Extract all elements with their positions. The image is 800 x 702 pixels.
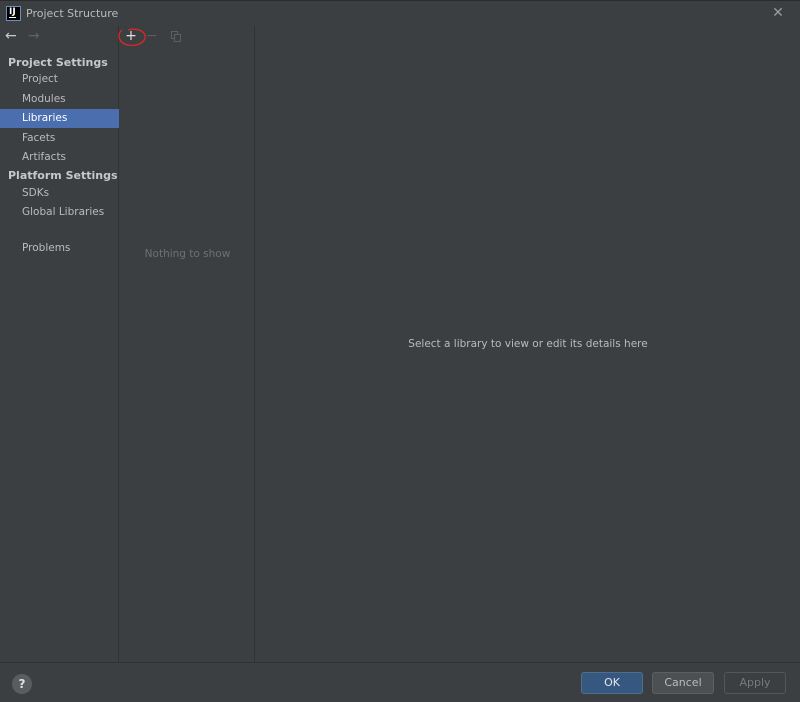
help-button[interactable]: ? bbox=[12, 674, 32, 694]
sidebar-item-facets[interactable]: Facets bbox=[0, 129, 119, 148]
empty-list-text: Nothing to show bbox=[144, 248, 231, 260]
forward-arrow-icon[interactable]: → bbox=[28, 28, 40, 44]
sidebar-item-libraries[interactable]: Libraries bbox=[0, 109, 119, 128]
sidebar-item-project[interactable]: Project bbox=[0, 70, 119, 89]
navigation-row: ← → bbox=[0, 26, 119, 48]
back-arrow-icon[interactable]: ← bbox=[5, 28, 17, 44]
dialog-footer: ? OK Cancel Apply bbox=[0, 662, 800, 702]
copy-icon bbox=[171, 31, 181, 42]
app-icon-letters: IJ bbox=[9, 7, 16, 17]
sidebar-item-sdks[interactable]: SDKs bbox=[0, 184, 119, 203]
cancel-button[interactable]: Cancel bbox=[652, 672, 714, 694]
library-list-panel: + − Nothing to show bbox=[120, 26, 255, 662]
ok-button[interactable]: OK bbox=[581, 672, 643, 694]
copy-library-button[interactable] bbox=[167, 27, 185, 45]
sidebar: ← → Project Settings Project Modules Lib… bbox=[0, 26, 119, 662]
close-icon[interactable]: ✕ bbox=[770, 4, 786, 22]
app-icon-bar bbox=[9, 17, 16, 18]
sidebar-item-problems[interactable]: Problems bbox=[0, 239, 119, 258]
window-title: Project Structure bbox=[26, 7, 119, 20]
remove-library-button[interactable]: − bbox=[143, 27, 161, 45]
details-placeholder-text: Select a library to view or edit its det… bbox=[408, 338, 648, 350]
sidebar-item-global-libraries[interactable]: Global Libraries bbox=[0, 203, 119, 222]
project-settings-header: Project Settings bbox=[8, 56, 108, 69]
add-library-button[interactable]: + bbox=[122, 27, 140, 45]
library-details-panel: Select a library to view or edit its det… bbox=[256, 26, 800, 662]
intellij-app-icon: IJ bbox=[6, 6, 21, 21]
library-toolbar: + − bbox=[120, 26, 255, 48]
platform-settings-header: Platform Settings bbox=[8, 169, 118, 182]
apply-button[interactable]: Apply bbox=[724, 672, 786, 694]
sidebar-item-modules[interactable]: Modules bbox=[0, 90, 119, 109]
sidebar-item-artifacts[interactable]: Artifacts bbox=[0, 148, 119, 167]
title-bar: IJ Project Structure ✕ bbox=[0, 0, 800, 26]
